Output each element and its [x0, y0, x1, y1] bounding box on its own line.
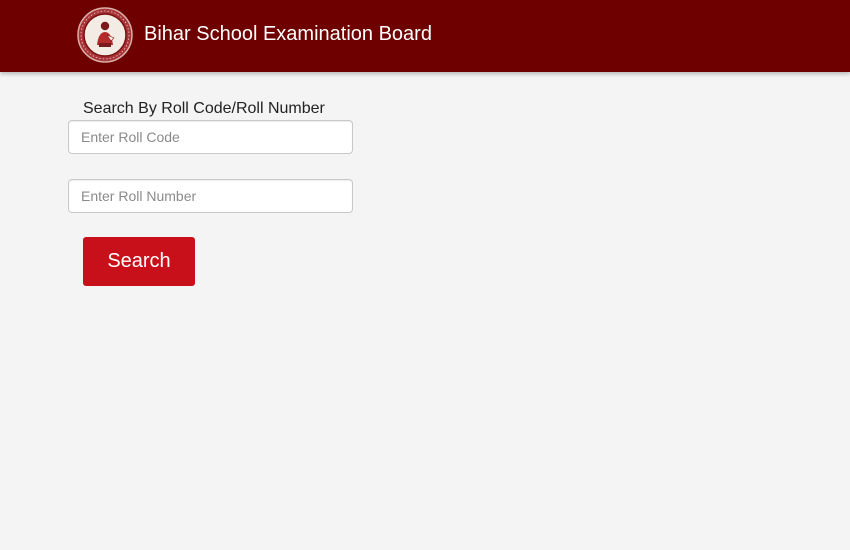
bseb-emblem-icon	[77, 7, 133, 63]
site-header: Bihar School Examination Board	[0, 0, 850, 72]
search-button[interactable]: Search	[83, 237, 195, 286]
site-title: Bihar School Examination Board	[144, 23, 432, 45]
search-form-heading: Search By Roll Code/Roll Number	[83, 100, 325, 117]
roll-code-input[interactable]	[68, 120, 353, 154]
roll-number-input[interactable]	[68, 179, 353, 213]
